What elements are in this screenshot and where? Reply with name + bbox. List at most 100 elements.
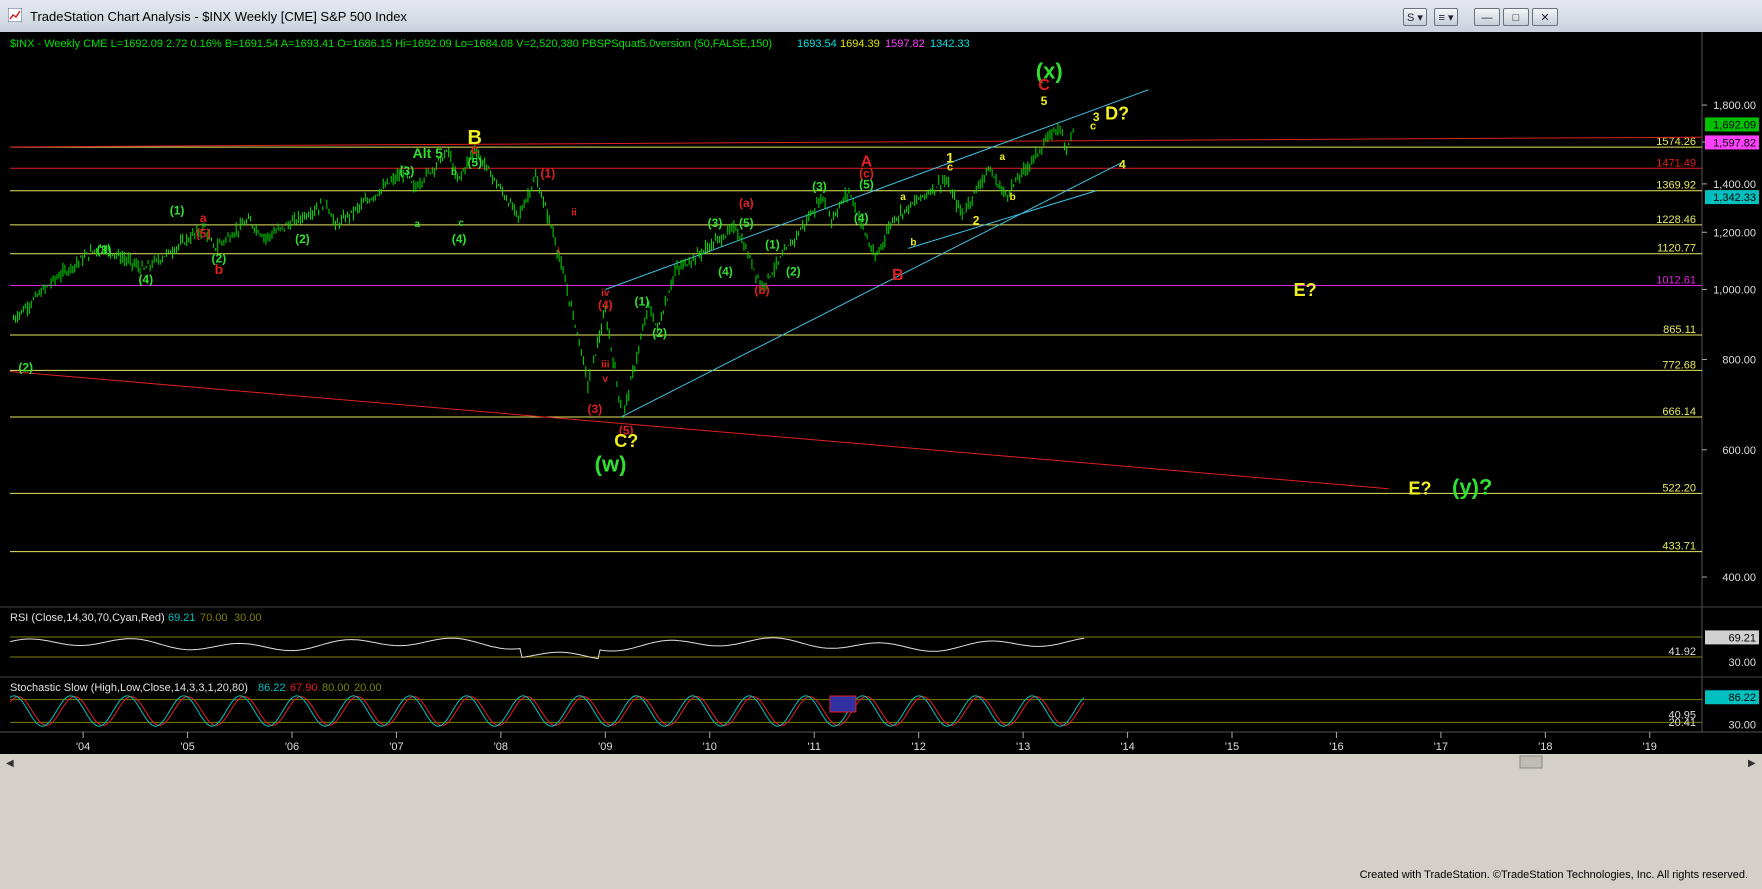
wave-label: (5) xyxy=(467,155,482,169)
ind-value-1: 1693.54 xyxy=(797,38,837,50)
wave-label: (y)? xyxy=(1452,475,1492,500)
scroll-right-icon[interactable]: ▶ xyxy=(1748,758,1756,769)
level-label: 1012.61 xyxy=(1656,275,1696,287)
wave-label: (5) xyxy=(859,177,874,191)
wave-label: Alt 5 xyxy=(413,145,444,161)
rsi-level-label: 41.92 xyxy=(1668,646,1696,658)
wave-label: E? xyxy=(1294,280,1317,300)
price-chart-svg[interactable]: $INX - Weekly CME L=1692.09 2.72 0.16% B… xyxy=(0,32,1762,865)
wave-label: (3) xyxy=(97,243,112,257)
rsi-panel: 69.21 41.92 30.00 xyxy=(9,630,1759,669)
minimize-button[interactable]: — xyxy=(1474,8,1500,26)
symbol-link-button[interactable]: S ▾ xyxy=(1403,8,1427,26)
stoch-tick: 30.00 xyxy=(1728,719,1756,731)
x-tick-label: '07 xyxy=(389,741,403,753)
x-tick-label: '13 xyxy=(1016,741,1030,753)
horizontal-levels: 1574.26 1471.49 1369.92 1228.46 1120.77 1012.… xyxy=(10,136,1702,553)
maximize-icon: □ xyxy=(1512,12,1520,24)
channel-inner xyxy=(908,190,1097,249)
ind-value-4: 1342.33 xyxy=(930,38,970,50)
level-label: 433.71 xyxy=(1662,541,1696,553)
scrollbar-thumb[interactable] xyxy=(1519,755,1543,769)
stoch-d-line xyxy=(9,696,1085,726)
level-label: 522.20 xyxy=(1662,482,1696,494)
wave-label: (4) xyxy=(598,298,613,312)
trend-lines xyxy=(9,89,1703,490)
scroll-left-icon[interactable]: ◀ xyxy=(6,758,14,769)
price-badge-label: 1,342.33 xyxy=(1713,192,1756,204)
price-badge-label: 1,692.09 xyxy=(1713,119,1756,131)
x-tick-label: '10 xyxy=(703,741,717,753)
price-axis: 1,800.001,600.001,400.001,200.001,000.00… xyxy=(1702,100,1759,584)
footer: Created with TradeStation. ©TradeStation… xyxy=(0,865,1762,889)
horizontal-scrollbar[interactable] xyxy=(0,754,1762,770)
rsi-ob: 70.00 xyxy=(200,612,228,624)
y-tick-label: 800.00 xyxy=(1722,355,1756,367)
level-label: 1369.92 xyxy=(1656,180,1696,192)
wave-label: (3) xyxy=(708,216,723,230)
stoch-title: Stochastic Slow (High,Low,Close,14,3,3,1… xyxy=(10,682,248,694)
upper-resistance xyxy=(9,136,1703,148)
level-label: 1471.49 xyxy=(1656,157,1696,169)
rsi-badge-label: 69.21 xyxy=(1728,632,1756,644)
wave-label: (1) xyxy=(170,203,185,217)
stoch-d: 67.90 xyxy=(290,682,318,694)
wave-label: (1) xyxy=(765,237,780,251)
list-icon: ≡ xyxy=(1438,12,1445,24)
wave-label: a xyxy=(999,152,1005,163)
wave-label: (3) xyxy=(400,164,415,178)
window-title: TradeStation Chart Analysis - $INX Weekl… xyxy=(30,9,407,24)
price-badge-label: 1,597.82 xyxy=(1713,137,1756,149)
x-tick-label: '11 xyxy=(807,741,821,753)
x-tick-label: '16 xyxy=(1329,741,1343,753)
credit-text: Created with TradeStation. ©TradeStation… xyxy=(1359,869,1748,881)
x-tick-label: '06 xyxy=(285,741,299,753)
wave-label: (w) xyxy=(595,451,627,476)
wave-label: iii xyxy=(601,359,610,370)
x-tick-label: '12 xyxy=(911,741,925,753)
wave-label: C? xyxy=(614,431,638,451)
wave-label: c xyxy=(458,218,464,229)
x-tick-label: '04 xyxy=(76,741,90,753)
channel-lower xyxy=(620,161,1123,418)
wave-label: E? xyxy=(1408,479,1431,499)
stoch-level-label: 20.41 xyxy=(1668,717,1696,729)
x-tick-label: '14 xyxy=(1120,741,1134,753)
wave-labels: (x)C53cD?BcAlt 5(5)b(3)a c(4)(2)ii(1)ia(5… xyxy=(18,58,1492,499)
level-label: 666.14 xyxy=(1662,406,1696,418)
window-list-button[interactable]: ≡ ▾ xyxy=(1434,8,1458,26)
y-tick-label: 1,800.00 xyxy=(1713,100,1756,112)
close-button[interactable]: ✕ xyxy=(1532,8,1558,26)
wave-label: c xyxy=(1090,121,1096,133)
status-strip xyxy=(0,770,1762,865)
wave-label: a xyxy=(415,219,421,230)
chart-app-icon xyxy=(8,8,22,22)
ind-value-3: 1597.82 xyxy=(885,38,925,50)
wave-label: 5 xyxy=(1041,94,1048,108)
level-label: 772.68 xyxy=(1662,359,1696,371)
level-label: 865.11 xyxy=(1663,324,1696,336)
wave-label: i xyxy=(557,246,560,257)
wave-label: (4) xyxy=(854,211,869,225)
wave-label: B xyxy=(892,267,904,284)
wave-label: (4) xyxy=(718,265,733,279)
wave-label: c xyxy=(947,162,953,174)
stoch-ob: 80.00 xyxy=(322,682,350,694)
maximize-button[interactable]: □ xyxy=(1503,8,1529,26)
y-tick-label: 1,200.00 xyxy=(1713,227,1756,239)
wave-label: v xyxy=(603,374,609,385)
wave-label: (a) xyxy=(739,196,754,210)
minimize-icon: — xyxy=(1481,12,1493,24)
x-tick-label: '17 xyxy=(1434,741,1448,753)
chart-area[interactable]: $INX - Weekly CME L=1692.09 2.72 0.16% B… xyxy=(0,32,1762,865)
wave-label: (4) xyxy=(452,232,467,246)
level-label: 1228.46 xyxy=(1656,214,1696,226)
wave-label: (2) xyxy=(295,232,310,246)
y-tick-label: 1,000.00 xyxy=(1713,284,1756,296)
wave-label: (3) xyxy=(812,180,827,194)
wave-label: (2) xyxy=(18,361,33,375)
y-tick-label: 1,400.00 xyxy=(1713,179,1756,191)
x-tick-label: '08 xyxy=(494,741,508,753)
stoch-marker xyxy=(829,695,857,713)
wave-label: (2) xyxy=(212,251,227,265)
